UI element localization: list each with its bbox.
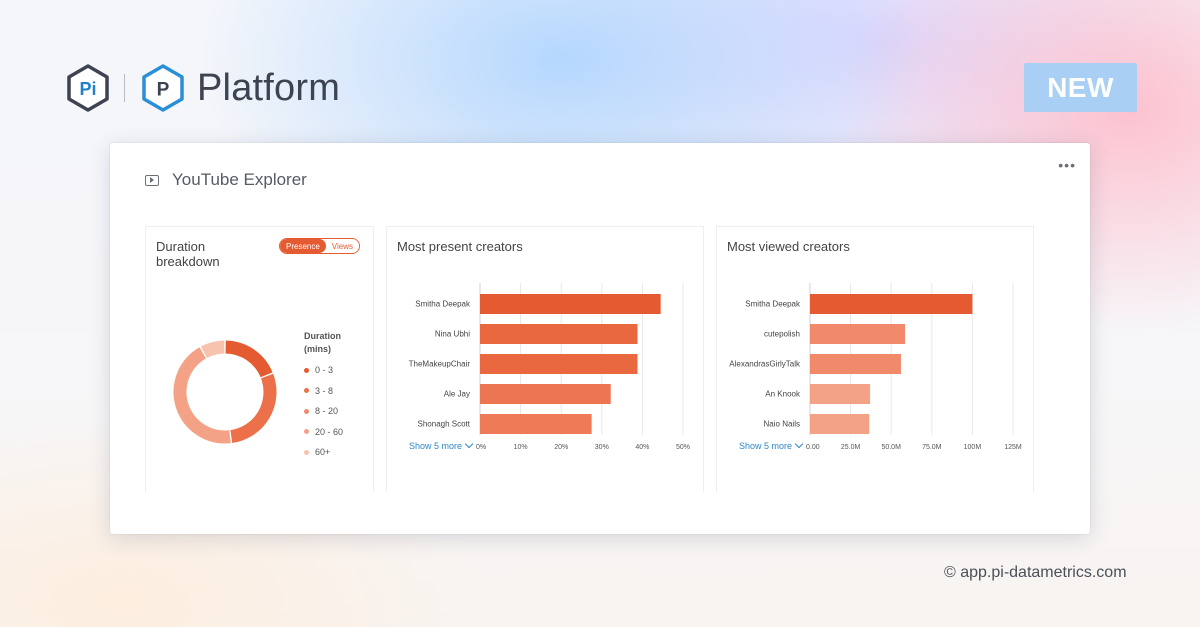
- duration-legend: Duration (mins) 0 - 3 3 - 8 8 - 20 20 - 60 6…: [304, 330, 343, 463]
- viewed-category-label: AlexandrasGirlyTalk: [729, 360, 801, 369]
- legend-item-8-20: 8 - 20: [304, 401, 343, 422]
- present-bar-ale-jay[interactable]: [480, 384, 611, 404]
- present-category-label: TheMakeupChair: [409, 360, 471, 369]
- viewed-tick-label: 0.00: [806, 444, 820, 451]
- legend-swatch: [304, 408, 309, 414]
- platform-logo: Pi P Platform: [64, 62, 340, 114]
- legend-title: Duration (mins): [304, 330, 343, 356]
- duration-donut-chart: [173, 340, 277, 444]
- viewed-tick-label: 125M: [1004, 444, 1022, 451]
- legend-item-3-8: 3 - 8: [304, 381, 343, 402]
- present-bar-shonagh-scott[interactable]: [480, 414, 592, 434]
- legend-label: 8 - 20: [315, 406, 339, 417]
- donut-slice-0-3: [225, 340, 273, 378]
- viewed-show-more-link[interactable]: Show 5 more: [739, 439, 804, 451]
- legend-label: 60+: [315, 447, 331, 458]
- legend-title-line2: (mins): [304, 344, 331, 354]
- viewed-category-label: cutepolish: [764, 330, 800, 339]
- present-creators-bar-chart: 0% 10% 20% 30% 40% 50% Smitha Deepak Nina Ubhi T…: [409, 283, 690, 451]
- viewed-show-more-label[interactable]: Show 5 more: [739, 441, 792, 451]
- platform-hexagon-icon: P: [142, 64, 184, 112]
- brand-name: Platform: [197, 66, 341, 109]
- present-bar-themakeupchair[interactable]: [480, 354, 638, 374]
- donut-slice-3-8: [230, 373, 277, 443]
- viewed-tick-label: 100M: [964, 444, 982, 451]
- legend-item-20-60: 20 - 60: [304, 422, 343, 443]
- donut-slice-60: [200, 340, 225, 359]
- legend-swatch: [304, 388, 309, 394]
- site-url-footer: © app.pi-datametrics.com: [944, 564, 1127, 581]
- more-options-icon[interactable]: •••: [1058, 158, 1076, 172]
- viewed-bar-an-knook[interactable]: [810, 384, 871, 404]
- pi-logo-text: Pi: [79, 79, 96, 99]
- present-tick-label: 40%: [635, 444, 649, 451]
- present-show-more-link[interactable]: Show 5 more: [409, 439, 474, 451]
- legend-item-60: 60+: [304, 442, 343, 463]
- viewed-bar-alexandrasgirlytalk[interactable]: [810, 354, 901, 374]
- viewed-category-label: An Knook: [765, 390, 801, 399]
- toggle-presence[interactable]: Presence: [280, 239, 326, 253]
- viewed-creators-bar-chart: 0.00 25.0M 50.0M 75.0M 100M 125M Smitha Deepak…: [729, 283, 1022, 451]
- chevron-down-icon: [464, 439, 474, 449]
- legend-label: 20 - 60: [315, 426, 344, 437]
- new-badge: NEW: [1024, 63, 1137, 112]
- viewed-bar-naio-nails[interactable]: [810, 414, 870, 434]
- youtube-explorer-card: ••• YouTube Explorer Duration breakdown …: [110, 143, 1090, 534]
- viewed-tick-label: 75.0M: [922, 444, 942, 451]
- legend-swatch: [304, 449, 309, 455]
- viewed-category-label: Smitha Deepak: [745, 300, 801, 309]
- present-bar-smitha-deepak[interactable]: [480, 294, 661, 314]
- present-category-label: Nina Ubhi: [435, 330, 470, 339]
- duration-title-line1: Duration: [156, 239, 206, 254]
- logo-divider: [124, 74, 125, 102]
- viewed-bar-smitha-deepak[interactable]: [810, 294, 973, 314]
- legend-swatch: [304, 429, 309, 435]
- donut-slice-20-60: [173, 347, 231, 444]
- video-play-icon: [145, 174, 159, 186]
- legend-item-0-3: 0 - 3: [304, 360, 343, 381]
- duration-breakdown-panel: Duration breakdown Presence Views Durati…: [145, 226, 374, 492]
- present-tick-label: 50%: [676, 444, 690, 451]
- toggle-views[interactable]: Views: [325, 239, 359, 253]
- explorer-title: YouTube Explorer: [172, 170, 307, 189]
- legend-swatch: [304, 367, 309, 373]
- presence-views-toggle[interactable]: Presence Views: [279, 238, 360, 254]
- duration-title-line2: breakdown: [156, 254, 220, 269]
- platform-logo-letter: P: [157, 80, 170, 101]
- pi-hexagon-icon: Pi: [67, 64, 109, 112]
- viewed-tick-label: 25.0M: [841, 444, 861, 451]
- viewed-category-label: Naio Nails: [764, 420, 800, 429]
- present-tick-label: 0%: [476, 444, 486, 451]
- most-present-creators-panel: Most present creators 0% 10% 20% 30% 40% 50% S…: [386, 226, 704, 492]
- present-tick-label: 30%: [595, 444, 609, 451]
- legend-label: 0 - 3: [315, 365, 334, 376]
- viewed-bar-cutepolish[interactable]: [810, 324, 906, 344]
- legend-title-line1: Duration: [304, 331, 341, 341]
- present-category-label: Ale Jay: [444, 390, 470, 399]
- present-category-label: Shonagh Scott: [418, 420, 471, 429]
- present-tick-label: 20%: [554, 444, 568, 451]
- present-show-more-label[interactable]: Show 5 more: [409, 441, 462, 451]
- explorer-header: YouTube Explorer: [145, 170, 307, 190]
- present-category-label: Smitha Deepak: [415, 300, 471, 309]
- chevron-down-icon: [794, 439, 804, 449]
- viewed-tick-label: 50.0M: [881, 444, 901, 451]
- present-bar-nina-ubhi[interactable]: [480, 324, 638, 344]
- legend-label: 3 - 8: [315, 385, 334, 396]
- duration-panel-title: Duration breakdown: [156, 239, 220, 269]
- most-viewed-creators-panel: Most viewed creators 0.00 25.0M 50.0M 75.0M…: [716, 226, 1034, 492]
- present-tick-label: 10%: [514, 444, 528, 451]
